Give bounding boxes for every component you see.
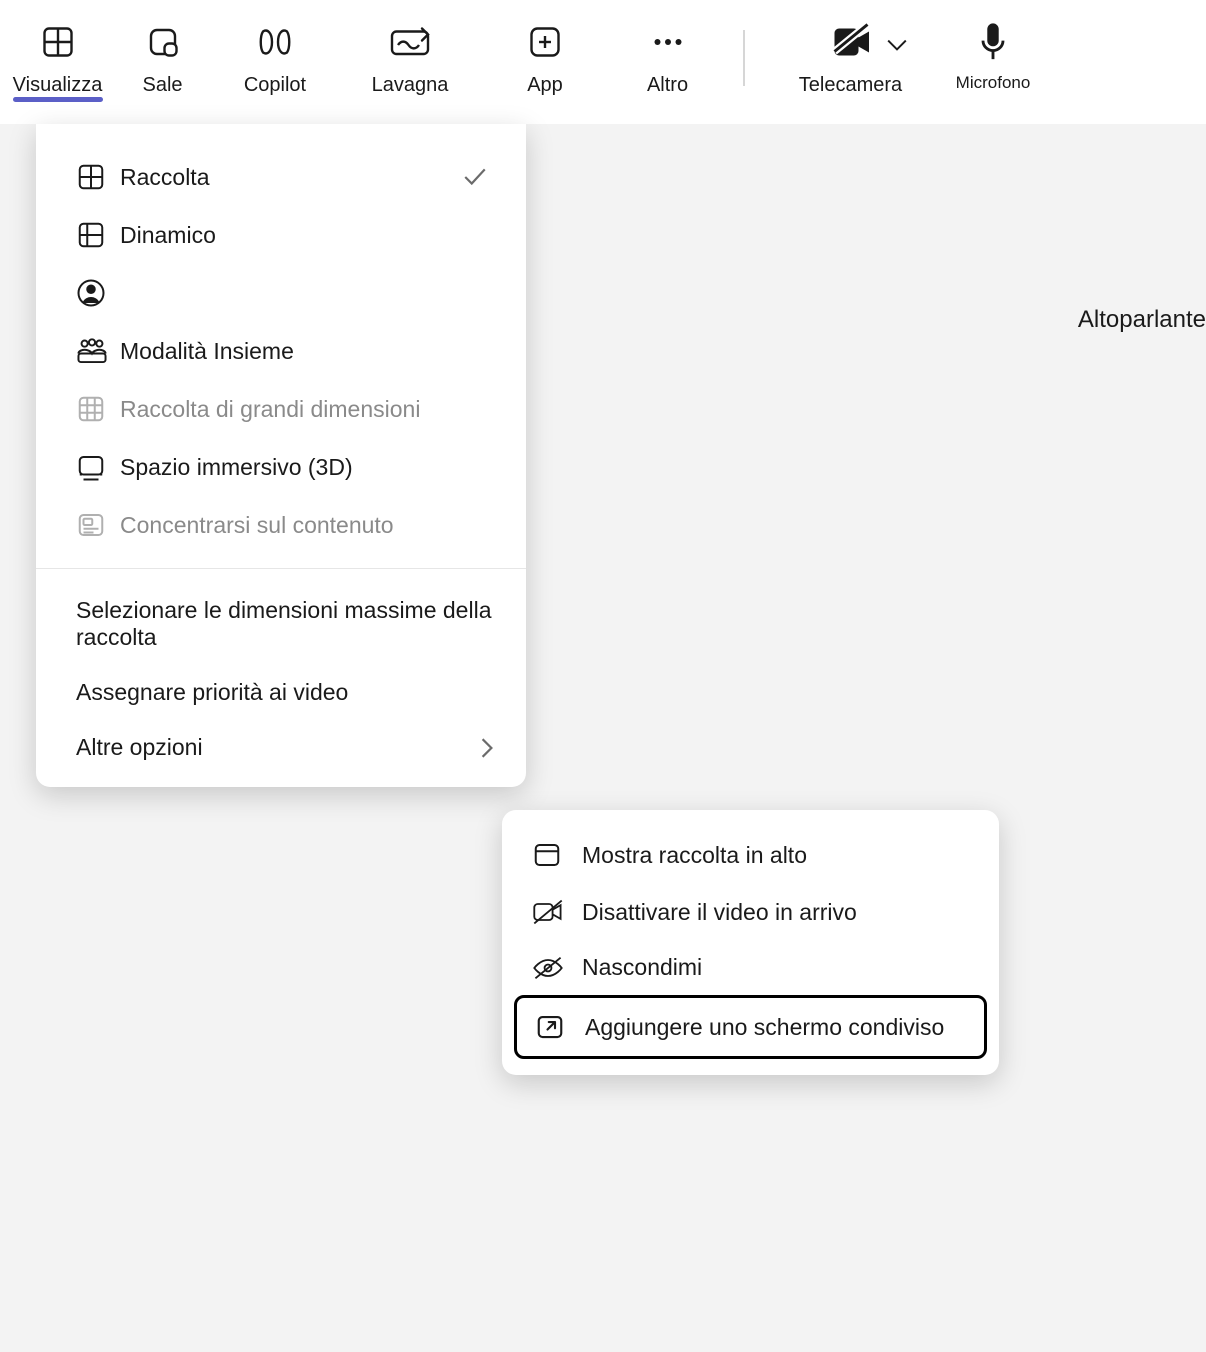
panel-top-icon [532, 840, 582, 870]
together-mode-option[interactable]: Modalità Insieme [36, 322, 526, 380]
mic-label: Microfono [956, 74, 1031, 93]
disable-video-label: Disattivare il video in arrivo [582, 899, 857, 926]
together-label: Modalità Insieme [120, 338, 494, 365]
plus-box-icon [527, 20, 563, 64]
rooms-label: Sale [142, 74, 182, 96]
large-gallery-option[interactable]: Raccolta di grandi dimensioni [36, 380, 526, 438]
popout-icon [535, 1012, 585, 1042]
view-button[interactable]: Visualizza [0, 6, 115, 96]
people-icon [76, 336, 120, 366]
toolbar-separator [743, 30, 745, 86]
focus-label: Concentrarsi sul contenuto [120, 512, 494, 539]
hide-me-option[interactable]: Nascondimi [514, 940, 987, 995]
person-circle-icon [76, 278, 120, 308]
disable-incoming-video-option[interactable]: Disattivare il video in arrivo [514, 884, 987, 940]
content-focus-icon [76, 510, 120, 540]
more-options-submenu: Mostra raccolta in alto Disattivare il v… [502, 810, 999, 1075]
copilot-button[interactable]: Copilot [210, 6, 340, 96]
gallery-label: Raccolta [120, 164, 462, 191]
prioritize-video-option[interactable]: Assegnare priorità ai video [36, 665, 526, 720]
dynamic-label: Dinamico [120, 222, 494, 249]
camera-button[interactable]: Telecamera [763, 6, 938, 96]
whiteboard-label: Lavagna [372, 74, 449, 96]
immersive-icon [76, 452, 120, 482]
mic-button[interactable]: Microfono [938, 6, 1048, 93]
chevron-down-icon [886, 38, 908, 52]
immersive-label: Spazio immersivo (3D) [120, 454, 494, 481]
rooms-icon [145, 20, 181, 64]
add-screen-label: Aggiungere uno schermo condiviso [585, 1014, 944, 1041]
rooms-button[interactable]: Sale [115, 6, 210, 96]
eye-off-icon [532, 955, 582, 981]
large-gallery-label: Raccolta di grandi dimensioni [120, 396, 494, 423]
grid-3x3-icon [76, 394, 120, 424]
copilot-icon [253, 20, 297, 64]
meeting-toolbar: Visualizza Sale Copilot Lavagna [0, 0, 1206, 124]
more-label: Altro [647, 74, 688, 96]
grid-icon [40, 20, 76, 64]
gallery-option[interactable]: Raccolta [36, 148, 526, 206]
ellipsis-icon [648, 20, 688, 64]
video-off-icon [532, 898, 582, 926]
camera-label: Telecamera [799, 74, 902, 96]
whiteboard-icon [388, 20, 432, 64]
speaker-label: Altoparlante [1078, 306, 1206, 334]
menu-divider [36, 568, 526, 569]
focus-content-option[interactable]: Concentrarsi sul contenuto [36, 496, 526, 554]
more-options-label: Altre opzioni [76, 734, 480, 761]
view-dropdown: Raccolta Dinamico Modalità Insie [36, 124, 526, 787]
max-gallery-size-option[interactable]: Selezionare le dimensioni massime della … [36, 583, 526, 665]
apps-label: App [527, 74, 563, 96]
chevron-right-icon [480, 737, 494, 759]
prioritize-label: Assegnare priorità ai video [76, 679, 494, 706]
speaker-option[interactable] [36, 264, 526, 322]
camera-off-icon [828, 20, 874, 64]
view-label: Visualizza [13, 74, 103, 96]
check-icon [462, 167, 494, 187]
max-size-label: Selezionare le dimensioni massime della … [76, 597, 494, 651]
immersive-3d-option[interactable]: Spazio immersivo (3D) [36, 438, 526, 496]
apps-button[interactable]: App [480, 6, 610, 96]
show-top-label: Mostra raccolta in alto [582, 842, 807, 869]
more-options-option[interactable]: Altre opzioni [36, 720, 526, 775]
grid-dynamic-icon [76, 220, 120, 250]
whiteboard-button[interactable]: Lavagna [340, 6, 480, 96]
add-shared-screen-option[interactable]: Aggiungere uno schermo condiviso [514, 995, 987, 1059]
show-gallery-top-option[interactable]: Mostra raccolta in alto [514, 826, 987, 884]
hide-me-label: Nascondimi [582, 954, 702, 981]
copilot-label: Copilot [244, 74, 306, 96]
grid-2x2-icon [76, 162, 120, 192]
more-button[interactable]: Altro [610, 6, 725, 96]
dynamic-option[interactable]: Dinamico [36, 206, 526, 264]
mic-icon [978, 20, 1008, 64]
